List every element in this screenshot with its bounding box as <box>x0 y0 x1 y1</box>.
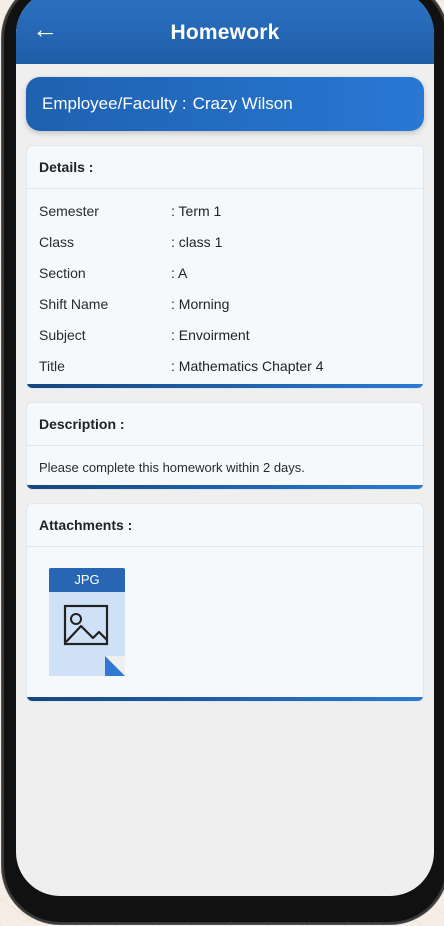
details-card: Details : Semester : Term 1 Class : clas… <box>26 145 424 389</box>
attachments-card: Attachments : JPG <box>26 503 424 702</box>
details-heading: Details : <box>27 146 423 189</box>
app-bar: ← Homework <box>16 0 434 64</box>
card-accent-bar <box>27 485 423 489</box>
detail-key: Subject <box>39 326 86 343</box>
page-title: Homework <box>170 21 280 44</box>
detail-row-subject: Subject : Envoirment <box>27 319 423 350</box>
description-card: Description : Please complete this homew… <box>26 402 424 490</box>
faculty-name: Crazy Wilson <box>192 94 293 113</box>
card-accent-bar <box>27 697 423 701</box>
card-accent-bar <box>27 384 423 388</box>
detail-row-semester: Semester : Term 1 <box>27 195 423 226</box>
faculty-banner: Employee/Faculty : Crazy Wilson <box>26 77 424 131</box>
file-fold <box>105 656 125 676</box>
description-text: Please complete this homework within 2 d… <box>39 460 305 475</box>
detail-row-section: Section : A <box>27 257 423 288</box>
phone-frame: ← Homework Employee/Faculty : Crazy Wils… <box>2 0 444 924</box>
detail-row-title: Title : Mathematics Chapter 4 <box>27 350 423 381</box>
attachments-heading: Attachments : <box>27 504 423 547</box>
detail-value: : Envoirment <box>171 326 250 343</box>
faculty-label: Employee/Faculty : <box>42 94 187 113</box>
detail-key: Shift Name <box>39 295 109 312</box>
detail-row-class: Class : class 1 <box>27 226 423 257</box>
detail-value: : class 1 <box>171 233 223 250</box>
detail-key: Class <box>39 233 75 250</box>
detail-value: : Mathematics Chapter 4 <box>171 357 324 374</box>
detail-key: Section <box>39 264 86 281</box>
detail-value: : Morning <box>171 295 230 312</box>
detail-key: Semester <box>39 202 99 219</box>
detail-key: Title <box>39 357 65 374</box>
detail-row-shift: Shift Name : Morning <box>27 288 423 319</box>
file-type-label: JPG <box>49 568 125 592</box>
app-screen: ← Homework Employee/Faculty : Crazy Wils… <box>16 0 434 896</box>
description-heading: Description : <box>27 403 423 446</box>
detail-value: : A <box>171 264 188 281</box>
jpg-attachment[interactable]: JPG <box>49 568 125 676</box>
detail-value: : Term 1 <box>171 202 222 219</box>
